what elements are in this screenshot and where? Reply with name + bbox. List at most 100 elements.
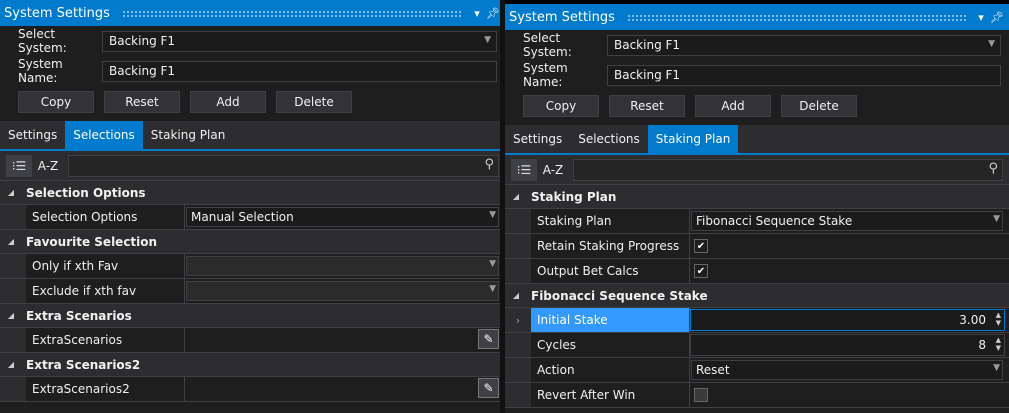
search-input[interactable]: ⚲ [573, 158, 1003, 181]
copy-button[interactable]: Copy [523, 95, 599, 117]
system-name-field[interactable]: Backing F1 [102, 60, 497, 82]
property-row[interactable]: Revert After Win [505, 383, 1009, 408]
property-value[interactable]: ✔ [690, 234, 1005, 258]
tab-staking-plan[interactable]: Staking Plan [647, 125, 739, 153]
alphabetical-sort-button[interactable]: A-Z [34, 155, 62, 177]
initial-stake-input[interactable]: 3.00 [690, 309, 1005, 331]
tab-settings[interactable]: Settings [505, 125, 570, 153]
pin-icon[interactable]: 📌︎ [989, 11, 1005, 24]
collapse-icon[interactable]: ◢ [0, 360, 20, 369]
panel-title: System Settings [4, 5, 110, 21]
tab-selections[interactable]: Selections [570, 125, 648, 153]
delete-button[interactable]: Delete [276, 91, 352, 113]
category-header[interactable]: ◢ Staking Plan [505, 185, 1009, 209]
category-header[interactable]: ◢ Extra Scenarios [0, 304, 505, 328]
select-system-combo[interactable]: Backing F1 ▼ [607, 34, 1001, 56]
property-row[interactable]: ExtraScenarios ✎ [0, 328, 505, 353]
property-value[interactable]: ▼ [185, 254, 501, 278]
property-row[interactable]: Action Reset ▼ [505, 358, 1009, 383]
system-settings-panel-right: System Settings ▾ 📌︎ Select System: Back… [505, 4, 1009, 413]
pin-icon[interactable]: 📌︎ [485, 7, 501, 20]
row-gutter [505, 209, 531, 233]
spinner-icon[interactable]: ▲ ▼ [996, 336, 1001, 352]
revert-after-win-checkbox[interactable] [694, 388, 708, 402]
property-row[interactable]: Only if xth Fav ▼ [0, 254, 505, 279]
category-header[interactable]: ◢ Selection Options [0, 181, 505, 205]
system-name-label: System Name: [523, 61, 568, 89]
selection-options-combo[interactable]: Manual Selection [186, 207, 499, 227]
property-row[interactable]: Retain Staking Progress ✔ [505, 234, 1009, 259]
property-value[interactable]: ✔ [690, 259, 1005, 283]
tab-staking-plan[interactable]: Staking Plan [143, 121, 234, 149]
select-system-label: Select System: [18, 27, 67, 55]
copy-button[interactable]: Copy [18, 91, 94, 113]
collapse-icon[interactable]: ◢ [0, 311, 20, 320]
action-combo[interactable]: Reset [691, 360, 1003, 380]
chevron-down-icon: ▼ [489, 210, 496, 220]
property-row[interactable]: Cycles 8 ▲ ▼ [505, 333, 1009, 358]
property-value[interactable]: ▼ [185, 279, 501, 303]
output-bet-calcs-checkbox[interactable]: ✔ [694, 264, 708, 278]
tab-settings[interactable]: Settings [0, 121, 65, 149]
drag-grip[interactable] [121, 9, 463, 17]
category-title: Staking Plan [531, 189, 617, 204]
category-header[interactable]: ◢ Fibonacci Sequence Stake [505, 284, 1009, 308]
property-row[interactable]: Staking Plan Fibonacci Sequence Stake ▼ [505, 209, 1009, 234]
collapse-icon[interactable]: ◢ [505, 192, 525, 201]
spinner-icon[interactable]: ▲ ▼ [996, 311, 1001, 327]
row-gutter [0, 279, 26, 303]
chevron-down-icon: ▼ [993, 363, 1000, 373]
edit-icon[interactable]: ✎ [478, 329, 499, 349]
property-name: Output Bet Calcs [531, 259, 690, 283]
search-input[interactable]: ⚲ [68, 154, 499, 177]
property-grid-toolbar: ⁝☰ A-Z ⚲ [0, 151, 505, 181]
edit-icon[interactable]: ✎ [478, 378, 499, 398]
dropdown-arrow-icon[interactable]: ▾ [469, 7, 485, 20]
collapse-icon[interactable]: ◢ [505, 291, 525, 300]
alphabetical-sort-button[interactable]: A-Z [539, 159, 567, 181]
category-title: Selection Options [26, 185, 146, 200]
reset-button[interactable]: Reset [609, 95, 685, 117]
numeric-value: 3.00 [959, 313, 986, 327]
reset-button[interactable]: Reset [104, 91, 180, 113]
cycles-input[interactable]: 8 [690, 334, 1005, 356]
category-header[interactable]: ◢ Extra Scenarios2 [0, 353, 505, 377]
property-value[interactable]: 3.00 ▲ ▼ [690, 308, 1005, 332]
add-button[interactable]: Add [190, 91, 266, 113]
exclude-if-xth-fav-combo[interactable] [186, 281, 499, 301]
property-grid: ◢ Staking Plan Staking Plan Fibonacci Se… [505, 185, 1009, 408]
staking-plan-combo[interactable]: Fibonacci Sequence Stake [691, 211, 1003, 231]
property-value[interactable]: Reset ▼ [690, 358, 1005, 382]
property-row[interactable]: Selection Options Manual Selection ▼ [0, 205, 505, 230]
collapse-icon[interactable]: ◢ [0, 188, 20, 197]
collapse-icon[interactable]: ◢ [0, 237, 20, 246]
property-row[interactable]: ExtraScenarios2 ✎ [0, 377, 505, 402]
property-value[interactable]: ✎ [185, 377, 501, 401]
property-row[interactable]: Output Bet Calcs ✔ [505, 259, 1009, 284]
system-name-field[interactable]: Backing F1 [607, 64, 1001, 86]
property-value[interactable]: Manual Selection ▼ [185, 205, 501, 229]
category-header[interactable]: ◢ Favourite Selection [0, 230, 505, 254]
categorized-view-icon[interactable]: ⁝☰ [6, 154, 32, 177]
tab-strip: Settings Selections Staking Plan [505, 125, 1009, 155]
category-title: Extra Scenarios2 [26, 357, 141, 372]
property-value[interactable]: Fibonacci Sequence Stake ▼ [690, 209, 1005, 233]
only-if-xth-fav-combo[interactable] [186, 256, 499, 276]
row-gutter [505, 358, 531, 382]
property-row[interactable]: Exclude if xth fav ▼ [0, 279, 505, 304]
tab-selections[interactable]: Selections [65, 121, 143, 149]
dropdown-arrow-icon[interactable]: ▾ [973, 11, 989, 24]
drag-grip[interactable] [626, 13, 967, 21]
categorized-view-icon[interactable]: ⁝☰ [511, 158, 537, 181]
property-value[interactable]: 8 ▲ ▼ [690, 333, 1005, 357]
retain-staking-progress-checkbox[interactable]: ✔ [694, 239, 708, 253]
property-row-selected[interactable]: › Initial Stake 3.00 ▲ ▼ [505, 308, 1009, 333]
property-value[interactable]: ✎ [185, 328, 501, 352]
property-name: Retain Staking Progress [531, 234, 690, 258]
property-value[interactable] [690, 383, 1005, 407]
delete-button[interactable]: Delete [781, 95, 857, 117]
select-system-combo[interactable]: Backing F1 ▼ [102, 30, 497, 52]
property-name: Exclude if xth fav [26, 279, 185, 303]
system-form: Select System: Backing F1 ▼ System Name:… [505, 30, 1009, 122]
add-button[interactable]: Add [695, 95, 771, 117]
